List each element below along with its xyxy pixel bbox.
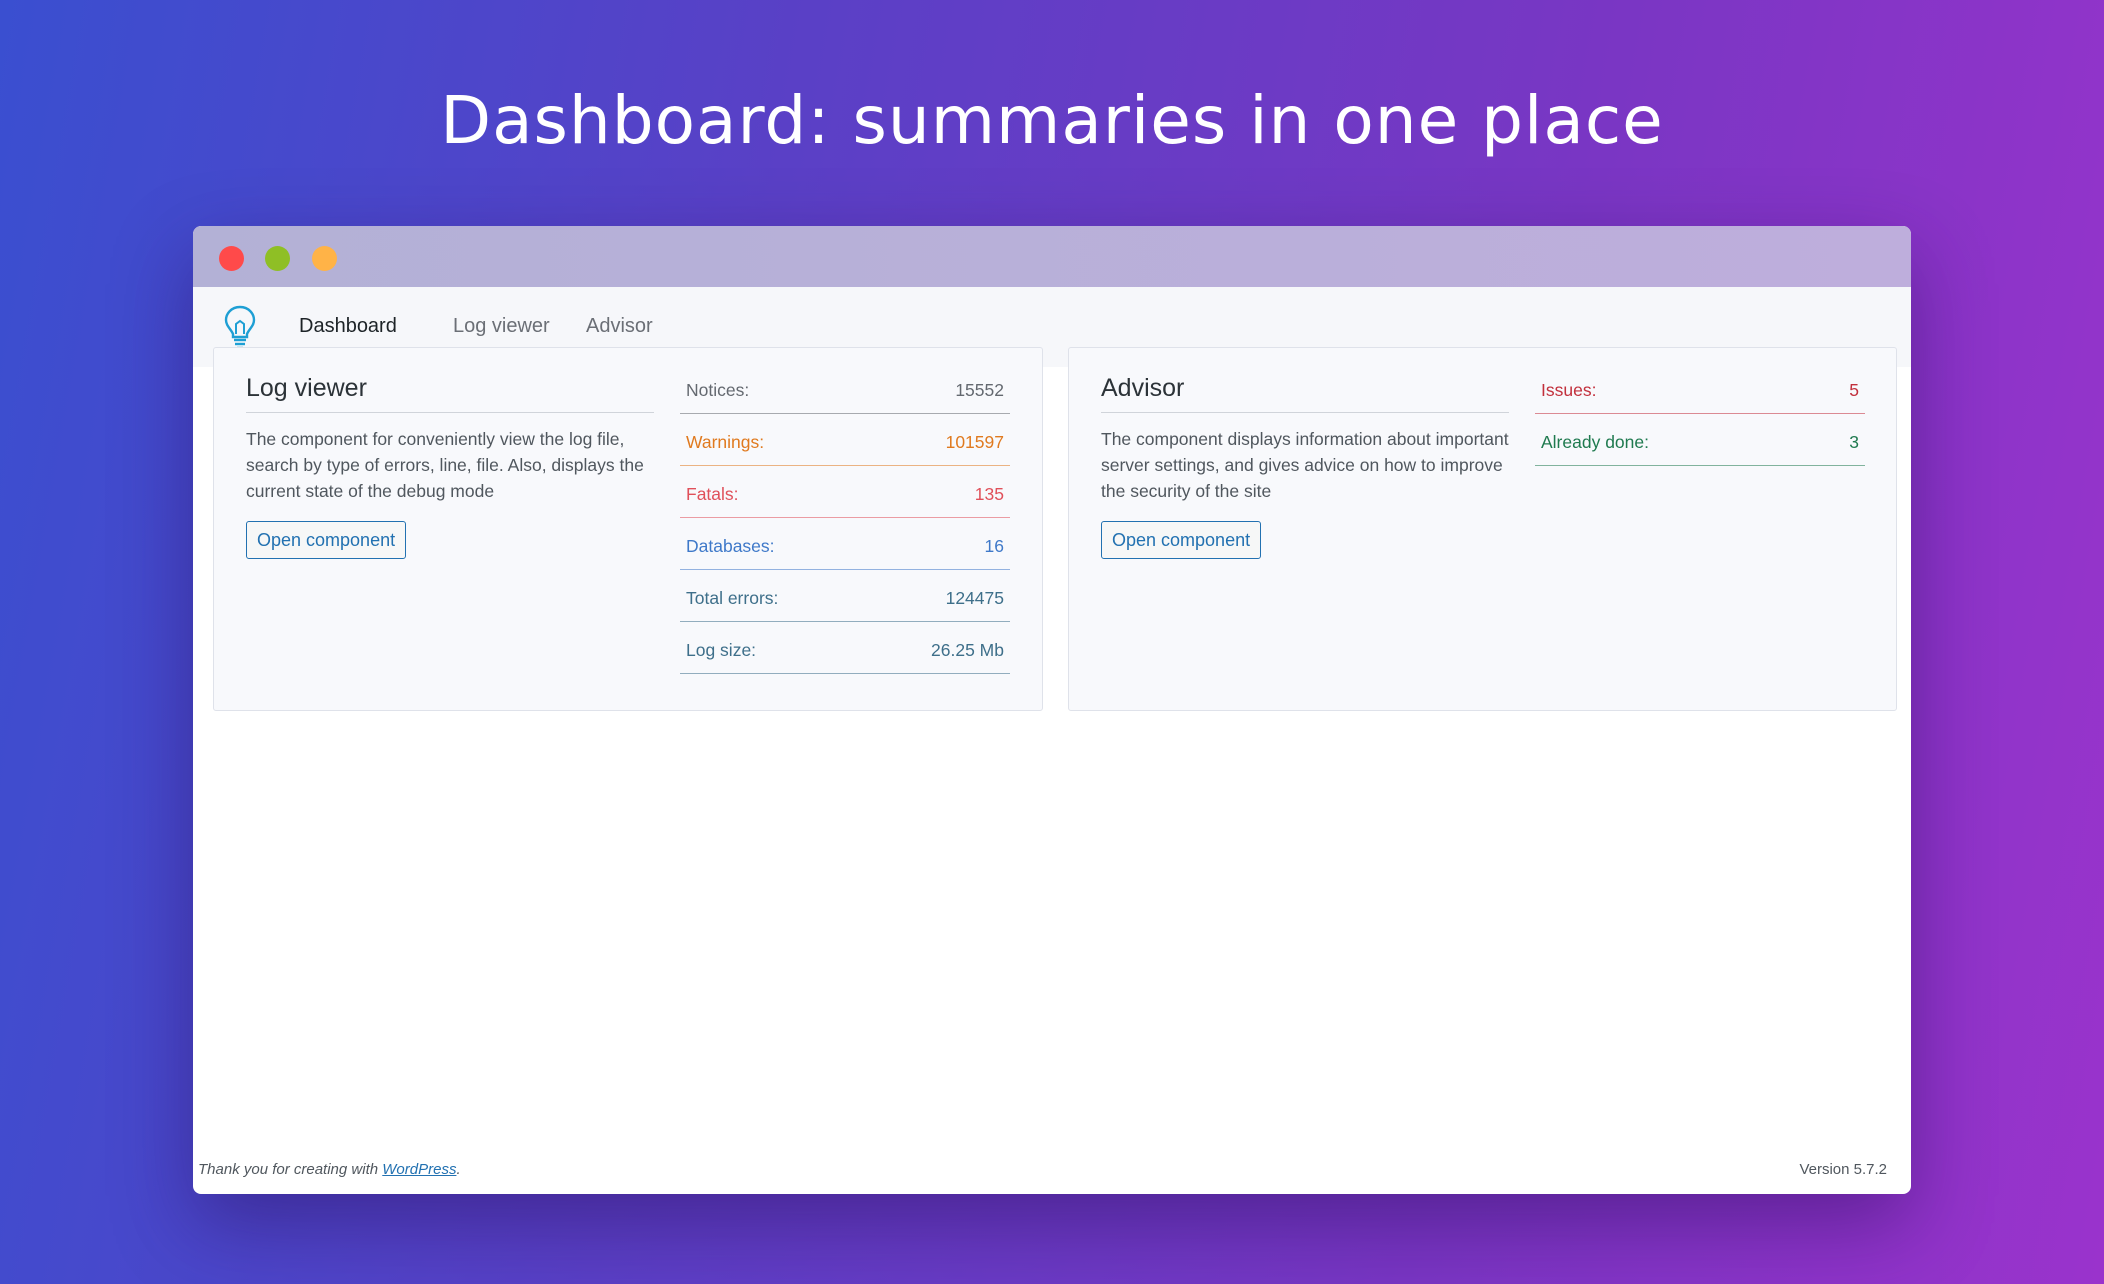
open-advisor-button[interactable]: Open component bbox=[1101, 521, 1262, 559]
log-viewer-title: Log viewer bbox=[246, 374, 367, 402]
stat-value: 16 bbox=[984, 536, 1004, 556]
footer-thanks-prefix: Thank you for creating with bbox=[198, 1161, 383, 1178]
footer-thanks-suffix: . bbox=[456, 1161, 461, 1178]
stat-value: 3 bbox=[1849, 432, 1859, 452]
log-viewer-description: The component for conveniently view the … bbox=[246, 429, 644, 501]
stat-label: Fatals: bbox=[686, 484, 739, 504]
stat-databases: Databases: 16 bbox=[680, 518, 1010, 570]
stat-label: Notices: bbox=[686, 380, 750, 400]
hero-title: Dashboard: summaries in one place bbox=[440, 82, 1664, 159]
footer-version: Version 5.7.2 bbox=[1799, 1161, 1887, 1178]
stat-value: 101597 bbox=[945, 432, 1004, 452]
stat-total-errors: Total errors: 124475 bbox=[680, 570, 1010, 622]
advisor-description: The component displays information about… bbox=[1101, 429, 1509, 501]
stat-label: Total errors: bbox=[686, 588, 779, 608]
stat-value: 5 bbox=[1849, 380, 1859, 400]
maximize-window-button[interactable] bbox=[312, 246, 337, 271]
advisor-card: Advisor The component displays informati… bbox=[1068, 347, 1897, 711]
stat-value: 135 bbox=[974, 484, 1004, 504]
stat-warnings: Warnings: 101597 bbox=[680, 414, 1010, 466]
log-viewer-title-divider bbox=[246, 412, 654, 413]
minimize-window-button[interactable] bbox=[265, 246, 290, 271]
stat-log-size: Log size: 26.25 Mb bbox=[680, 622, 1010, 674]
stat-value: 124475 bbox=[945, 588, 1004, 608]
stat-label: Warnings: bbox=[686, 432, 765, 452]
open-log-viewer-button[interactable]: Open component bbox=[246, 521, 407, 559]
advisor-title: Advisor bbox=[1101, 374, 1185, 402]
app-window: Dashboard Log viewer Advisor Log viewer … bbox=[193, 226, 1911, 1194]
window-titlebar bbox=[193, 226, 1911, 287]
stat-label: Issues: bbox=[1541, 380, 1597, 400]
stat-fatals: Fatals: 135 bbox=[680, 466, 1010, 518]
advisor-title-divider bbox=[1101, 412, 1509, 413]
stat-already-done: Already done: 3 bbox=[1535, 414, 1865, 466]
stat-issues: Issues: 5 bbox=[1535, 362, 1865, 414]
wordpress-link[interactable]: WordPress bbox=[382, 1161, 456, 1178]
stat-label: Log size: bbox=[686, 640, 757, 660]
stat-value: 26.25 Mb bbox=[931, 640, 1004, 660]
lightbulb-logo-icon bbox=[224, 305, 256, 350]
close-window-button[interactable] bbox=[219, 246, 244, 271]
log-viewer-card: Log viewer The component for convenientl… bbox=[213, 347, 1043, 711]
stat-label: Already done: bbox=[1541, 432, 1649, 452]
footer-thanks: Thank you for creating with WordPress. bbox=[198, 1161, 461, 1178]
stat-notices: Notices: 15552 bbox=[680, 362, 1010, 414]
stat-label: Databases: bbox=[686, 536, 775, 556]
stat-value: 15552 bbox=[955, 380, 1004, 400]
